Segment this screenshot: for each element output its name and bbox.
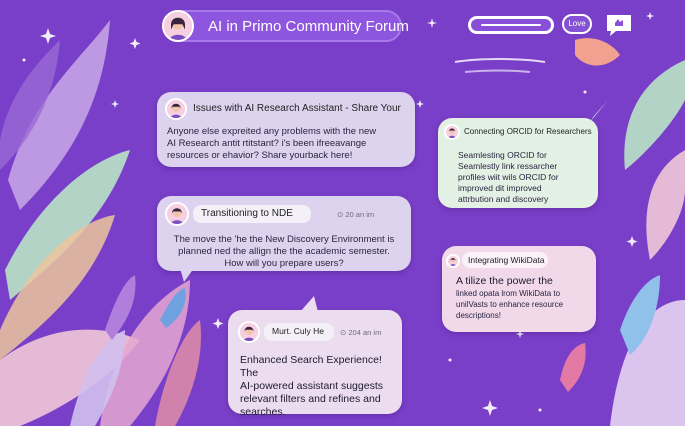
speech-tail	[395, 140, 413, 154]
post-card-wikidata[interactable]: Integrating WikiData A tilize the power …	[442, 246, 596, 332]
post-card-orcid[interactable]: Connecting ORCID for Researchers Seamles…	[438, 118, 598, 208]
user-avatar	[446, 254, 460, 268]
speech-tail	[580, 276, 596, 290]
post-body: Anyone else expreited any problems with …	[167, 126, 377, 161]
post-body: The move the 'he the New Discovery Envir…	[173, 234, 395, 269]
post-title[interactable]: Issues with AI Research Assistant - Shar…	[193, 103, 401, 114]
post-body: Seamlesting ORCID for Seamlestly link re…	[458, 150, 559, 204]
search-bar[interactable]	[468, 16, 554, 34]
user-avatar	[165, 202, 189, 226]
post-title[interactable]: Connecting ORCID for Researchers	[464, 127, 592, 136]
post-title[interactable]: Transitioning to NDE	[201, 208, 293, 219]
speech-tail	[590, 100, 608, 122]
post-card-nde[interactable]: Transitioning to NDE ⊙ 20 an im The move…	[157, 196, 411, 271]
user-avatar	[238, 321, 260, 343]
user-avatar	[165, 98, 187, 120]
forum-avatar	[162, 10, 194, 42]
post-timestamp: ⊙ 20 an im	[337, 210, 375, 219]
user-avatar	[444, 124, 460, 140]
post-card-search-experience[interactable]: Murt. Culy He ⊙ 204 an im Enhanced Searc…	[228, 310, 402, 418]
post-card-ai-assistant[interactable]: Issues with AI Research Assistant - Shar…	[157, 92, 415, 167]
love-button[interactable]: Love	[562, 14, 592, 34]
post-body: Enhanced Search Experience! The AI-power…	[240, 354, 383, 418]
post-title[interactable]: Murt. Culy He	[272, 326, 324, 336]
speech-tail	[180, 268, 194, 282]
post-timestamp: ⊙ 204 an im	[340, 328, 382, 337]
forum-title: AI in Primo Community Forum	[208, 18, 409, 35]
speech-tail	[300, 296, 318, 312]
post-body: A tilize the power the linked opata lrom…	[456, 275, 564, 320]
chat-bubble-icon[interactable]	[604, 12, 634, 38]
forum-title-banner: AI in Primo Community Forum	[162, 10, 409, 42]
post-title[interactable]: Integrating WikiData	[468, 255, 545, 265]
